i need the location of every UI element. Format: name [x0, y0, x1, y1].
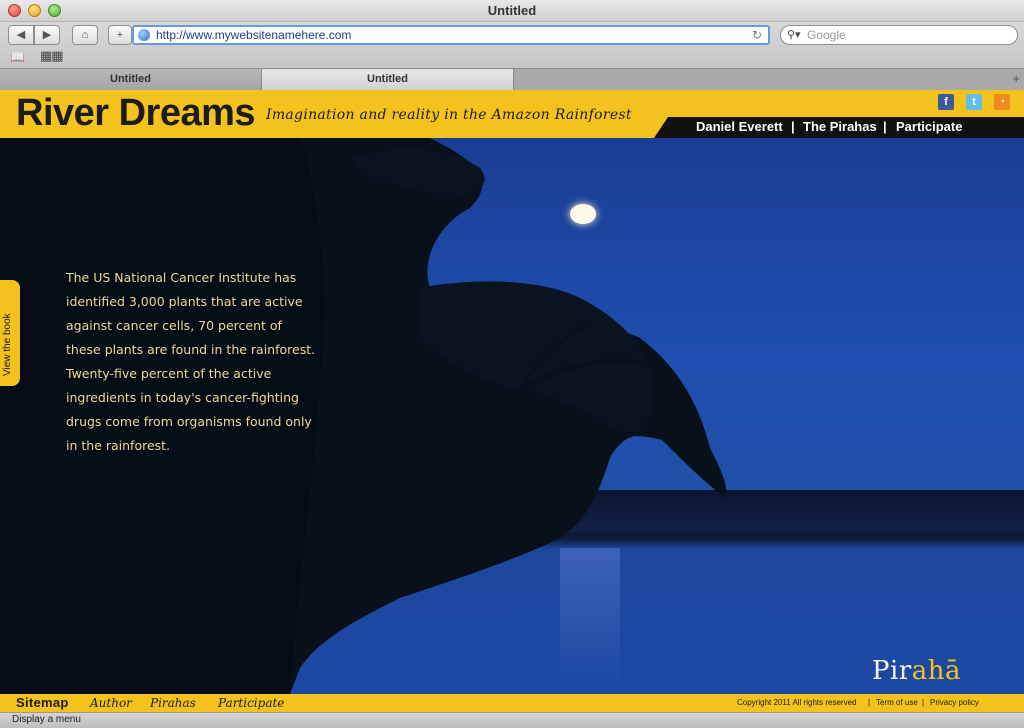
browser-toolbar: ◀ ▶ ⌂ + http://www.mywebsitenamehere.com…	[0, 22, 1024, 68]
tab-2-active[interactable]: Untitled	[262, 69, 514, 90]
piraha-brand-mark: Pirahā	[872, 656, 961, 686]
forward-button[interactable]: ▶	[34, 25, 60, 45]
window-title: Untitled	[487, 3, 537, 18]
nav-daniel-everett[interactable]: Daniel Everett	[696, 119, 783, 134]
view-the-book-tab[interactable]: View the book	[0, 280, 20, 386]
address-bar[interactable]: http://www.mywebsitenamehere.com ↻	[132, 25, 770, 45]
footer-link-pirahas[interactable]: Pirahas	[150, 696, 196, 710]
search-icon: ⚲▾	[787, 29, 801, 41]
open-book-icon[interactable]: 📖	[10, 50, 25, 64]
nav-separator: |	[883, 119, 887, 134]
status-bar: Display a menu	[0, 712, 1024, 728]
grid-icon[interactable]: ▦▦	[40, 48, 64, 64]
hero-paragraph: The US National Cancer Institute has ide…	[66, 270, 316, 453]
home-button[interactable]: ⌂	[72, 25, 98, 45]
footer-link-author[interactable]: Author	[90, 696, 132, 710]
footer-terms-link[interactable]: Term of use	[876, 698, 918, 707]
search-field[interactable]: ⚲▾ Google	[780, 25, 1018, 45]
piraha-brand-prefix: Pir	[872, 656, 912, 686]
plus-icon: +	[116, 29, 124, 41]
forward-arrow-icon: ▶	[42, 29, 52, 41]
hero-image: View the book The US National Cancer Ins…	[0, 138, 1024, 694]
facebook-icon[interactable]: f	[938, 94, 954, 110]
url-text: http://www.mywebsitenamehere.com	[156, 28, 352, 42]
add-bookmark-button[interactable]: +	[108, 25, 132, 45]
twitter-icon[interactable]: t	[966, 94, 982, 110]
nav-participate[interactable]: Participate	[896, 119, 962, 134]
piraha-brand-highlight: ahā	[911, 656, 961, 686]
tab-bar: Untitled Untitled +	[0, 68, 1024, 90]
home-icon: ⌂	[81, 29, 89, 41]
footer-separator: |	[868, 698, 871, 707]
back-button[interactable]: ◀	[8, 25, 34, 45]
footer-privacy-link[interactable]: Privacy policy	[930, 698, 979, 707]
rss-icon[interactable]: ◔	[994, 94, 1010, 110]
view-the-book-label: View the book	[2, 313, 13, 376]
new-tab-plus-icon[interactable]: +	[1012, 71, 1020, 86]
footer-separator: |	[922, 698, 925, 707]
globe-icon	[138, 29, 150, 41]
site-footer: Sitemap Author Pirahas Participate Copyr…	[0, 694, 1024, 712]
site-header: River Dreams Imagination and reality in …	[0, 90, 1024, 138]
nav-the-pirahas[interactable]: The Pirahas	[803, 119, 877, 134]
window-titlebar: Untitled	[0, 0, 1024, 22]
site-tagline: Imagination and reality in the Amazon Ra…	[266, 107, 632, 123]
back-arrow-icon: ◀	[16, 29, 26, 41]
web-page: River Dreams Imagination and reality in …	[0, 90, 1024, 712]
site-logo[interactable]: River Dreams	[16, 92, 256, 135]
footer-sitemap[interactable]: Sitemap	[16, 695, 69, 710]
search-placeholder: Google	[807, 28, 846, 42]
footer-copyright: Copyright 2011 All rights reserved	[737, 698, 857, 707]
reload-icon[interactable]: ↻	[752, 27, 762, 43]
nav-separator: |	[791, 119, 795, 134]
footer-link-participate[interactable]: Participate	[218, 696, 284, 710]
main-nav: Daniel Everett | The Pirahas | Participa…	[654, 117, 1024, 138]
tab-1[interactable]: Untitled	[0, 69, 262, 90]
